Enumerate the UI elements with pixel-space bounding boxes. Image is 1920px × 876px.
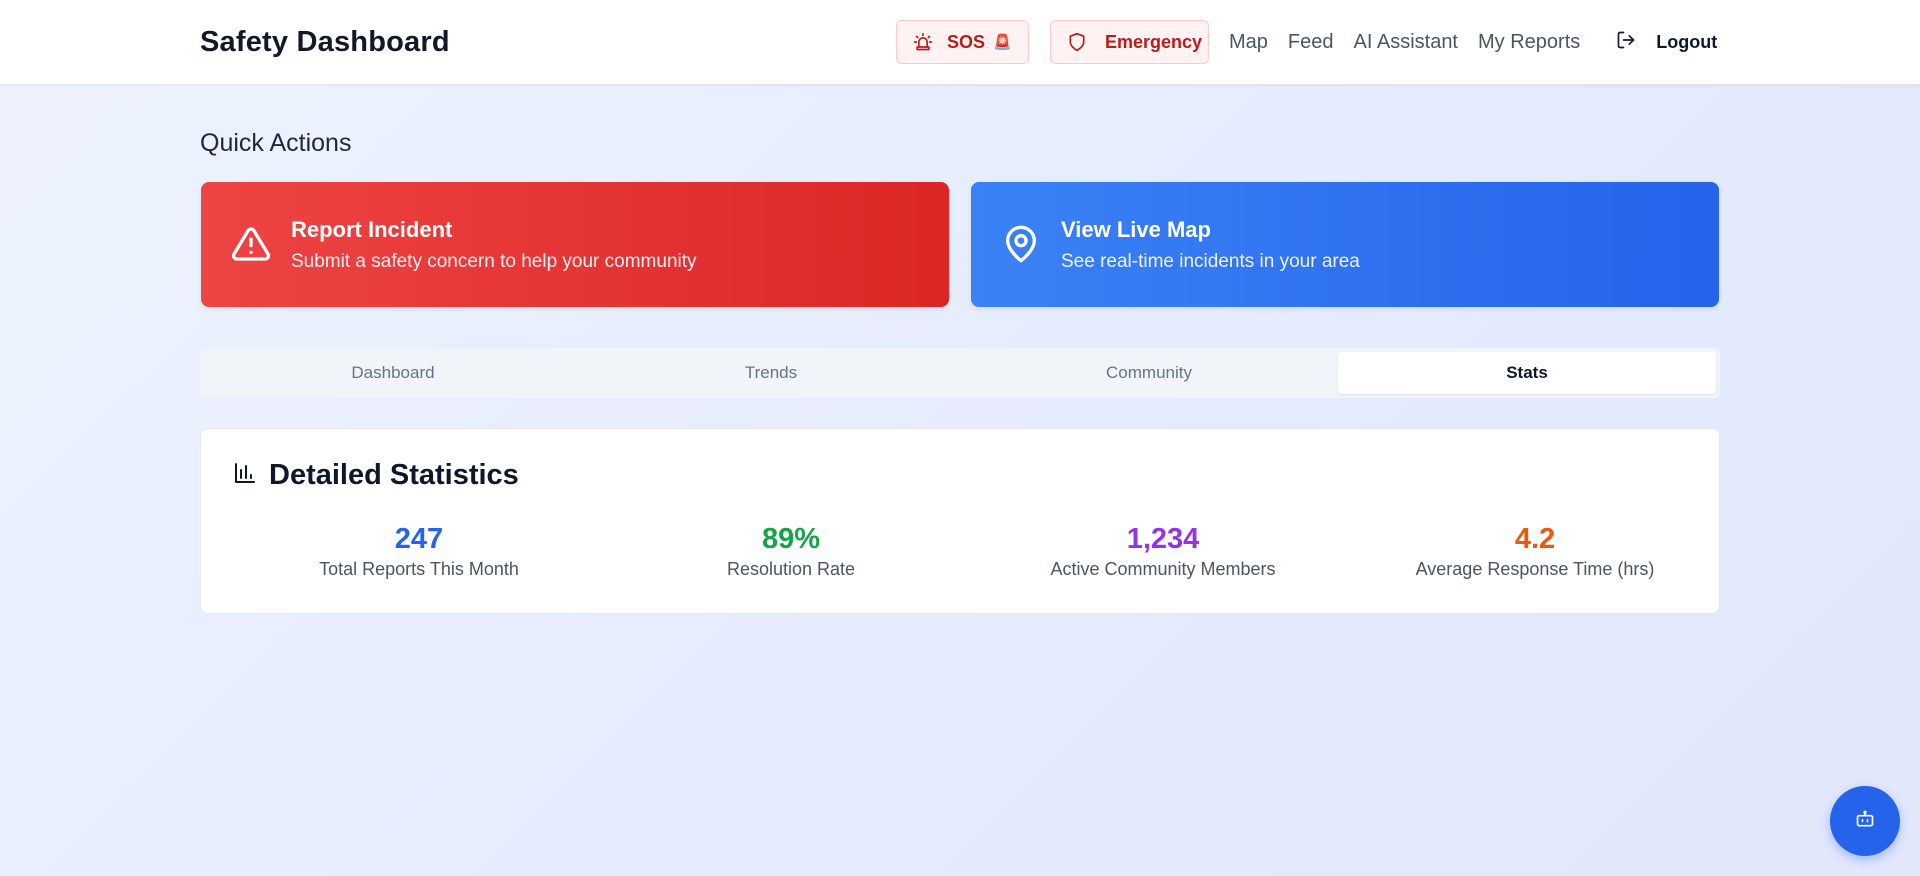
stat-value: 89% — [761, 523, 821, 555]
sos-button[interactable]: SOS 🚨 — [896, 20, 1029, 64]
emergency-button[interactable]: Emergency — [1050, 20, 1209, 64]
stat-active-members: 1,234 Active Community Members — [977, 521, 1349, 580]
stat-label: Resolution Rate — [726, 559, 856, 579]
stat-total-reports: 247 Total Reports This Month — [233, 521, 605, 580]
statistics-title: Detailed Statistics — [269, 459, 519, 491]
stat-label: Active Community Members — [1050, 559, 1276, 579]
logout-label: Logout — [1656, 31, 1718, 52]
tab-trends[interactable]: Trends — [582, 352, 960, 394]
dashboard-tabs: Dashboard Trends Community Stats — [200, 348, 1720, 398]
stat-label: Average Response Time (hrs) — [1415, 559, 1655, 579]
emergency-label: Emergency — [1105, 31, 1203, 52]
stat-value: 247 — [394, 523, 444, 555]
bar-chart-icon — [233, 461, 257, 490]
nav-link-ai-assistant[interactable]: AI Assistant — [1354, 31, 1459, 54]
report-incident-card[interactable]: Report Incident Submit a safety concern … — [201, 182, 949, 307]
nav-link-feed[interactable]: Feed — [1288, 31, 1334, 54]
logout-icon — [1616, 30, 1636, 55]
siren-icon — [913, 32, 933, 52]
view-live-map-subtitle: See real-time incidents in your area — [1061, 251, 1360, 272]
ai-assistant-fab[interactable] — [1830, 786, 1900, 856]
tab-dashboard[interactable]: Dashboard — [204, 352, 582, 394]
stat-resolution-rate: 89% Resolution Rate — [605, 521, 977, 580]
shield-icon — [1067, 32, 1087, 52]
report-incident-subtitle: Submit a safety concern to help your com… — [291, 251, 697, 272]
bot-icon — [1855, 809, 1875, 834]
siren-emoji: 🚨 — [993, 34, 1012, 51]
map-pin-icon — [1001, 224, 1041, 269]
quick-actions-heading: Quick Actions — [200, 129, 352, 157]
view-live-map-card[interactable]: View Live Map See real-time incidents in… — [971, 182, 1719, 307]
alert-triangle-icon — [231, 224, 271, 269]
report-incident-title: Report Incident — [291, 217, 453, 242]
view-live-map-title: View Live Map — [1061, 217, 1211, 242]
sos-label: SOS — [947, 31, 986, 52]
nav-link-my-reports[interactable]: My Reports — [1478, 31, 1580, 54]
app-title: Safety Dashboard — [200, 26, 450, 58]
stat-value: 1,234 — [1126, 523, 1200, 555]
logout-button[interactable]: Logout — [1616, 30, 1717, 55]
stat-avg-response-time: 4.2 Average Response Time (hrs) — [1349, 521, 1721, 580]
top-nav-bar: Safety Dashboard SOS 🚨 Emergency Map Fee… — [0, 0, 1920, 85]
detailed-statistics-card: Detailed Statistics 247 Total Reports Th… — [200, 428, 1720, 614]
header-nav: SOS 🚨 Emergency Map Feed AI Assistant My… — [896, 20, 1717, 64]
statistics-header: Detailed Statistics — [233, 459, 519, 492]
stat-value: 4.2 — [1514, 523, 1556, 555]
tab-stats[interactable]: Stats — [1338, 352, 1716, 394]
stat-label: Total Reports This Month — [319, 559, 519, 579]
nav-link-map[interactable]: Map — [1229, 31, 1268, 54]
tab-community[interactable]: Community — [960, 352, 1338, 394]
